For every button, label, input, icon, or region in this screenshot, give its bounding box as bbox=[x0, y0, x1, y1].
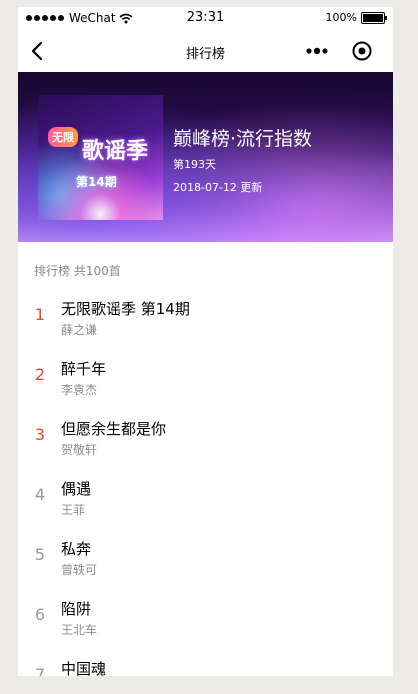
song-artist: 李袁杰 bbox=[61, 383, 98, 397]
album-cover[interactable]: 无限 歌谣季 第14期 bbox=[38, 95, 163, 220]
song-artist: 王菲 bbox=[61, 503, 86, 517]
song-row[interactable]: 4 偶遇 王菲 bbox=[18, 470, 393, 530]
song-row[interactable]: 2 醉千年 李袁杰 bbox=[18, 350, 393, 410]
page-title: 排行榜 bbox=[185, 47, 225, 62]
song-list: 1 无限歌谣季 第14期 薛之谦 2 醉千年 李袁杰 3 但愿余生都是你 贺敬轩… bbox=[18, 290, 393, 676]
song-row[interactable]: 7 中国魂 bbox=[18, 650, 393, 676]
song-title: 中国魂 bbox=[61, 660, 107, 676]
more-dots-icon[interactable] bbox=[305, 41, 331, 61]
battery-icon bbox=[361, 11, 387, 24]
chart-update-date: 2018-07-12 更新 bbox=[173, 181, 263, 194]
song-rank: 7 bbox=[34, 665, 46, 676]
song-rank: 1 bbox=[34, 305, 46, 324]
song-row[interactable]: 6 陷阱 王北车 bbox=[18, 590, 393, 650]
song-artist: 王北车 bbox=[61, 623, 98, 637]
phone-screen: WeChat 23:31 100% 排行榜 无限 歌谣季 第14期 巅峰榜·流行… bbox=[18, 7, 393, 676]
song-rank: 4 bbox=[34, 485, 46, 504]
song-artist: 薛之谦 bbox=[61, 323, 98, 337]
battery-percent: 100% bbox=[325, 11, 357, 24]
song-title: 私奔 bbox=[61, 540, 92, 558]
song-title: 偶遇 bbox=[61, 480, 92, 498]
chart-title: 巅峰榜·流行指数 bbox=[173, 128, 313, 150]
song-artist: 贺敬轩 bbox=[61, 443, 98, 457]
song-row[interactable]: 1 无限歌谣季 第14期 薛之谦 bbox=[18, 290, 393, 350]
song-title: 醉千年 bbox=[61, 360, 107, 378]
cover-title: 歌谣季 bbox=[82, 139, 149, 164]
cover-badge: 无限 bbox=[48, 127, 78, 147]
chart-days: 第193天 bbox=[173, 158, 216, 171]
song-row[interactable]: 5 私奔 曾轶可 bbox=[18, 530, 393, 590]
nav-bar: 排行榜 bbox=[18, 29, 393, 72]
song-row[interactable]: 3 但愿余生都是你 贺敬轩 bbox=[18, 410, 393, 470]
cover-issue: 第14期 bbox=[76, 175, 117, 189]
song-rank: 2 bbox=[34, 365, 46, 384]
status-bar: WeChat 23:31 100% bbox=[18, 7, 393, 29]
song-title: 但愿余生都是你 bbox=[61, 420, 167, 438]
song-artist: 曾轶可 bbox=[61, 563, 98, 577]
song-rank: 6 bbox=[34, 605, 46, 624]
song-title: 无限歌谣季 第14期 bbox=[61, 300, 190, 318]
song-title: 陷阱 bbox=[61, 600, 92, 618]
chart-hero-banner: 无限 歌谣季 第14期 巅峰榜·流行指数 第193天 2018-07-12 更新 bbox=[18, 72, 393, 242]
status-right: 100% bbox=[325, 11, 387, 24]
list-header: 排行榜 共100首 bbox=[34, 264, 121, 278]
target-icon[interactable] bbox=[351, 40, 373, 62]
song-rank: 5 bbox=[34, 545, 46, 564]
song-rank: 3 bbox=[34, 425, 46, 444]
